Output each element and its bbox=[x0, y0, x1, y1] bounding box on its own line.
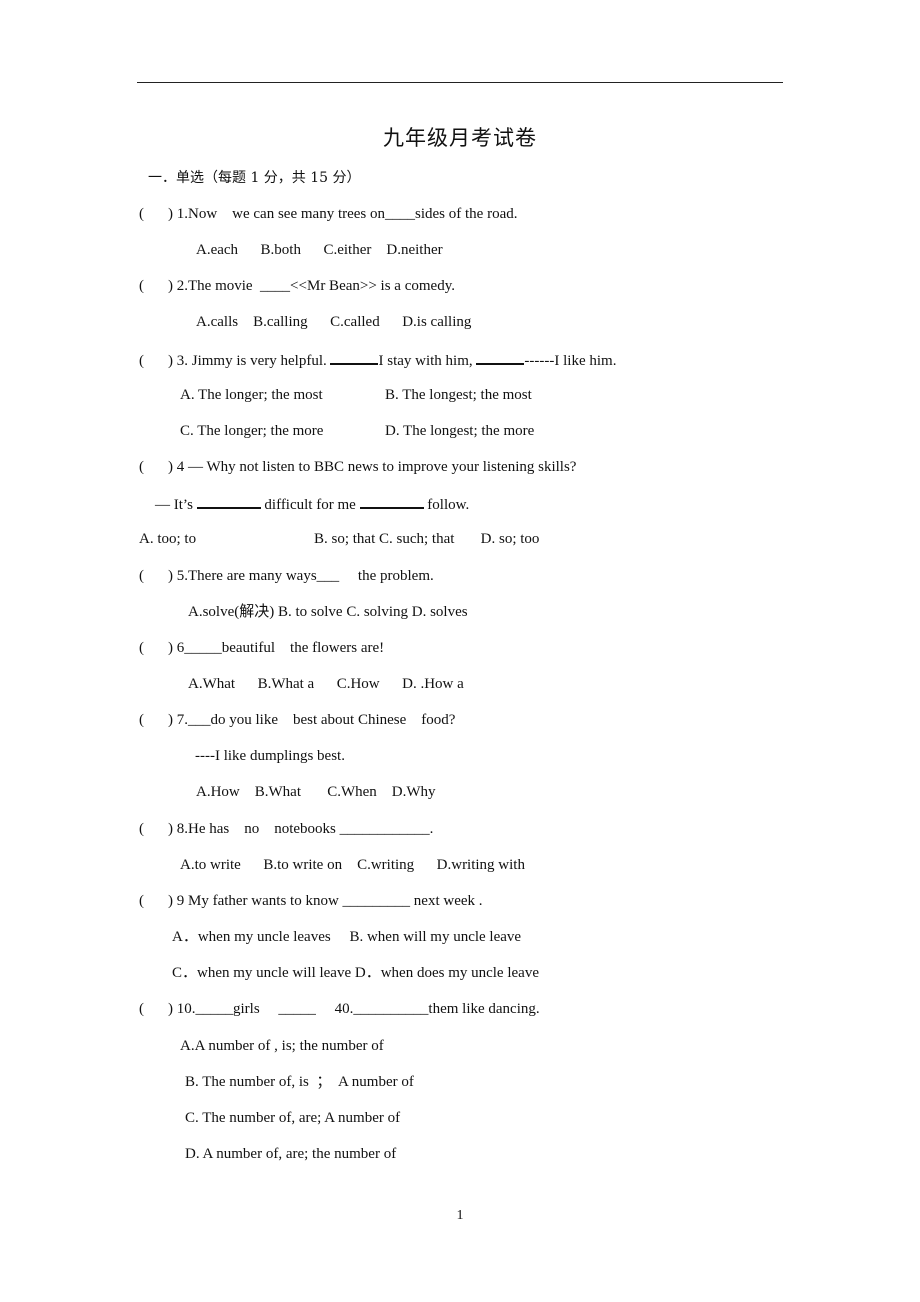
question-6-options: A.What B.What a C.How D. .How a bbox=[188, 676, 464, 692]
question-4-option-a: A. too; to bbox=[139, 531, 197, 547]
question-3-option-d: D. The longest; the more bbox=[385, 423, 535, 439]
question-3-option-c: C. The longer; the more bbox=[180, 423, 324, 439]
question-9-options-ab: A．when my uncle leaves B. when will my u… bbox=[172, 929, 522, 945]
answer-bracket: ( bbox=[139, 640, 144, 656]
question-1-options: A.each B.both C.either D.neither bbox=[196, 242, 443, 258]
question-5-options: A.solve(解决) B. to solve C. solving D. so… bbox=[188, 604, 468, 620]
question-stem: ) 2.The movie ____<<Mr Bean>> is a comed… bbox=[168, 278, 455, 294]
answer-bracket: ( bbox=[139, 821, 144, 837]
followup-part: follow. bbox=[423, 497, 470, 513]
section-heading: 一．单选（每题 1 分，共 15 分） bbox=[148, 170, 361, 186]
question-1: ( ) 1.Now we can see many trees on____sid… bbox=[139, 204, 517, 224]
question-8-options: A.to write B.to write on C.writing D.wri… bbox=[180, 857, 525, 873]
question-10-option-c: C. The number of, are; A number of bbox=[185, 1110, 401, 1126]
question-stem-part: ------I like him. bbox=[524, 353, 617, 369]
question-stem: ) 7.___do you like best about Chinese fo… bbox=[168, 712, 456, 728]
answer-bracket: ( bbox=[139, 206, 144, 222]
question-stem: ) 10._____girls _____ 40.__________them … bbox=[168, 1001, 540, 1017]
followup-part: difficult for me bbox=[260, 497, 360, 513]
question-stem: ) 5.There are many ways___ the problem. bbox=[168, 568, 434, 584]
header-rule bbox=[137, 82, 783, 83]
question-7: ( ) 7.___do you like best about Chinese f… bbox=[139, 710, 455, 730]
question-3-option-b: B. The longest; the most bbox=[385, 387, 532, 403]
answer-blank bbox=[359, 493, 424, 509]
question-6: ( ) 6_____beautiful the flowers are! bbox=[139, 638, 384, 658]
question-stem: ) 1.Now we can see many trees on____side… bbox=[168, 206, 518, 222]
question-7-followup: ----I like dumplings best. bbox=[195, 748, 345, 764]
question-3: ( ) 3. Jimmy is very helpful. I stay with… bbox=[139, 349, 616, 371]
answer-blank bbox=[330, 349, 379, 365]
question-4: ( ) 4 — Why not listen to BBC news to imp… bbox=[139, 457, 576, 477]
answer-bracket: ( bbox=[139, 459, 144, 475]
question-stem-part: I stay with him, bbox=[378, 353, 477, 369]
question-stem: ) 4 — Why not listen to BBC news to impr… bbox=[168, 459, 577, 475]
answer-bracket: ( bbox=[139, 568, 144, 584]
answer-bracket: ( bbox=[139, 353, 144, 369]
document-title: 九年级月考试卷 bbox=[383, 126, 537, 150]
question-stem: ) 9 My father wants to know _________ ne… bbox=[168, 893, 483, 909]
question-10: ( ) 10._____girls _____ 40.__________them… bbox=[139, 999, 540, 1019]
question-9: ( ) 9 My father wants to know _________ n… bbox=[139, 891, 483, 911]
question-stem-part: ) 3. Jimmy is very helpful. bbox=[168, 353, 331, 369]
question-10-option-d: D. A number of, are; the number of bbox=[185, 1146, 397, 1162]
question-stem: ) 6_____beautiful the flowers are! bbox=[168, 640, 385, 656]
answer-blank bbox=[196, 493, 261, 509]
question-2-options: A.calls B.calling C.called D.is calling bbox=[196, 314, 472, 330]
question-9-options-cd: C．when my uncle will leave D．when does m… bbox=[172, 965, 539, 981]
answer-bracket: ( bbox=[139, 278, 144, 294]
question-5: ( ) 5.There are many ways___ the problem. bbox=[139, 566, 434, 586]
answer-bracket: ( bbox=[139, 712, 144, 728]
question-3-option-a: A. The longer; the most bbox=[180, 387, 323, 403]
question-4-options-bcd: B. so; that C. such; that D. so; too bbox=[314, 531, 540, 547]
followup-part: — It’s bbox=[155, 497, 197, 513]
answer-bracket: ( bbox=[139, 893, 144, 909]
question-7-options: A.How B.What C.When D.Why bbox=[196, 784, 436, 800]
question-10-option-b: B. The number of, is ； A number of bbox=[185, 1074, 414, 1090]
answer-blank bbox=[476, 349, 525, 365]
question-2: ( ) 2.The movie ____<<Mr Bean>> is a come… bbox=[139, 276, 455, 296]
answer-bracket: ( bbox=[139, 1001, 144, 1017]
question-10-option-a: A.A number of , is; the number of bbox=[180, 1038, 384, 1054]
question-4-followup: — It’s difficult for me follow. bbox=[155, 493, 469, 515]
question-stem: ) 8.He has no notebooks ____________. bbox=[168, 821, 434, 837]
page-number: 1 bbox=[456, 1208, 464, 1223]
question-8: ( ) 8.He has no notebooks ____________. bbox=[139, 819, 433, 839]
